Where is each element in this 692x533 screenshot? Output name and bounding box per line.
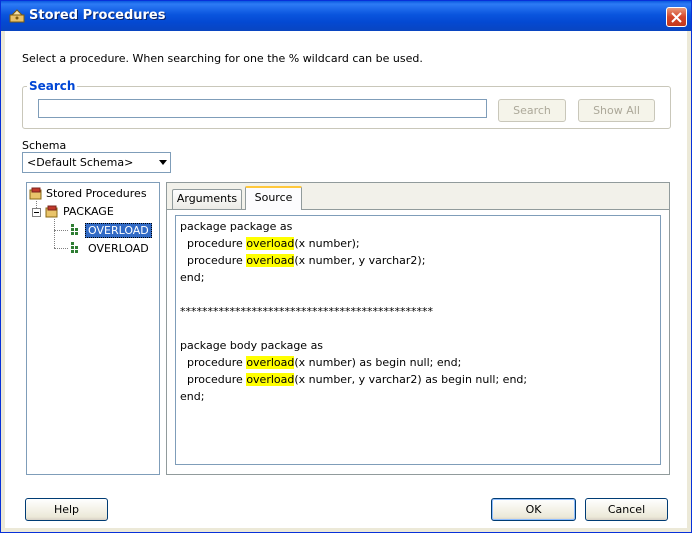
- code-text: end;: [180, 390, 205, 403]
- code-text: procedure: [180, 237, 247, 250]
- code-line: end;: [180, 271, 204, 285]
- window-title: Stored Procedures: [29, 8, 166, 23]
- tab-arguments[interactable]: Arguments: [172, 189, 242, 209]
- chevron-down-icon[interactable]: [159, 160, 167, 165]
- code-line: procedure overload(x number, y varchar2)…: [180, 254, 425, 268]
- tree-item-overload[interactable]: OVERLOAD: [88, 242, 149, 255]
- code-text: (x number, y varchar2) as begin null; en…: [294, 373, 528, 386]
- highlighted-match: overload: [246, 254, 295, 267]
- tree-connector: [54, 248, 68, 249]
- schema-label: Schema: [22, 139, 67, 152]
- code-text: (x number);: [294, 237, 360, 250]
- tab-strip: Arguments Source: [167, 183, 669, 210]
- tree-root[interactable]: Stored Procedures: [46, 187, 147, 200]
- code-text: (x number) as begin null; end;: [294, 356, 462, 369]
- tree-connector: [54, 219, 55, 248]
- instruction-text: Select a procedure. When searching for o…: [22, 52, 423, 65]
- code-text: end;: [180, 271, 205, 284]
- ok-button-label: OK: [525, 503, 542, 516]
- code-line: procedure overload(x number) as begin nu…: [180, 356, 461, 370]
- close-button[interactable]: [666, 7, 687, 27]
- help-button[interactable]: Help: [25, 498, 108, 521]
- code-line: procedure overload(x number);: [180, 237, 360, 251]
- cancel-button[interactable]: Cancel: [585, 498, 668, 521]
- code-text: procedure: [180, 254, 247, 267]
- collapse-icon[interactable]: [32, 208, 41, 217]
- stored-procedures-folder-icon: [29, 187, 42, 200]
- code-line: ****************************************…: [180, 305, 433, 319]
- code-text: (x number, y varchar2);: [294, 254, 426, 267]
- code-text: ****************************************…: [180, 305, 433, 318]
- procedure-tree[interactable]: Stored Procedures PACKAGE OVERLOAD OVERL…: [26, 182, 160, 475]
- search-button-label: Search: [513, 104, 551, 117]
- package-icon: [45, 205, 58, 218]
- detail-panel: Arguments Source package package as proc…: [166, 182, 670, 475]
- code-text: package package as: [180, 220, 293, 233]
- procedure-icon: [71, 242, 78, 253]
- show-all-button-label: Show All: [593, 104, 640, 117]
- schema-dropdown[interactable]: <Default Schema>: [22, 152, 171, 173]
- code-line: package body package as: [180, 339, 323, 353]
- code-line: package package as: [180, 220, 292, 234]
- source-code-view[interactable]: package package as procedure overload(x …: [175, 215, 661, 465]
- dialog-body: Select a procedure. When searching for o…: [5, 31, 687, 528]
- search-button[interactable]: Search: [498, 99, 566, 122]
- procedure-icon: [9, 9, 25, 23]
- stored-procedures-dialog: Stored Procedures Select a procedure. Wh…: [0, 0, 692, 533]
- code-text: procedure: [180, 356, 247, 369]
- code-line: end;: [180, 390, 204, 404]
- tab-source[interactable]: Source: [245, 186, 302, 210]
- tree-connector: [36, 201, 37, 208]
- highlighted-match: overload: [246, 356, 295, 369]
- code-text: package body package as: [180, 339, 324, 352]
- tree-connector: [54, 230, 68, 231]
- procedure-icon: [71, 224, 78, 235]
- tree-item-overload-selected[interactable]: OVERLOAD: [85, 223, 152, 238]
- close-icon: [671, 12, 682, 23]
- search-group-label: Search: [27, 79, 78, 93]
- search-input[interactable]: [38, 99, 487, 118]
- code-line: procedure overload(x number, y varchar2)…: [180, 373, 527, 387]
- ok-button[interactable]: OK: [491, 498, 576, 521]
- highlighted-match: overload: [246, 373, 295, 386]
- cancel-button-label: Cancel: [607, 503, 646, 516]
- tree-node-package[interactable]: PACKAGE: [63, 205, 114, 218]
- schema-selected-value: <Default Schema>: [27, 156, 134, 169]
- highlighted-match: overload: [246, 237, 295, 250]
- code-text: procedure: [180, 373, 247, 386]
- help-button-label: Help: [53, 503, 80, 516]
- show-all-button[interactable]: Show All: [578, 99, 655, 122]
- title-bar[interactable]: Stored Procedures: [1, 1, 691, 31]
